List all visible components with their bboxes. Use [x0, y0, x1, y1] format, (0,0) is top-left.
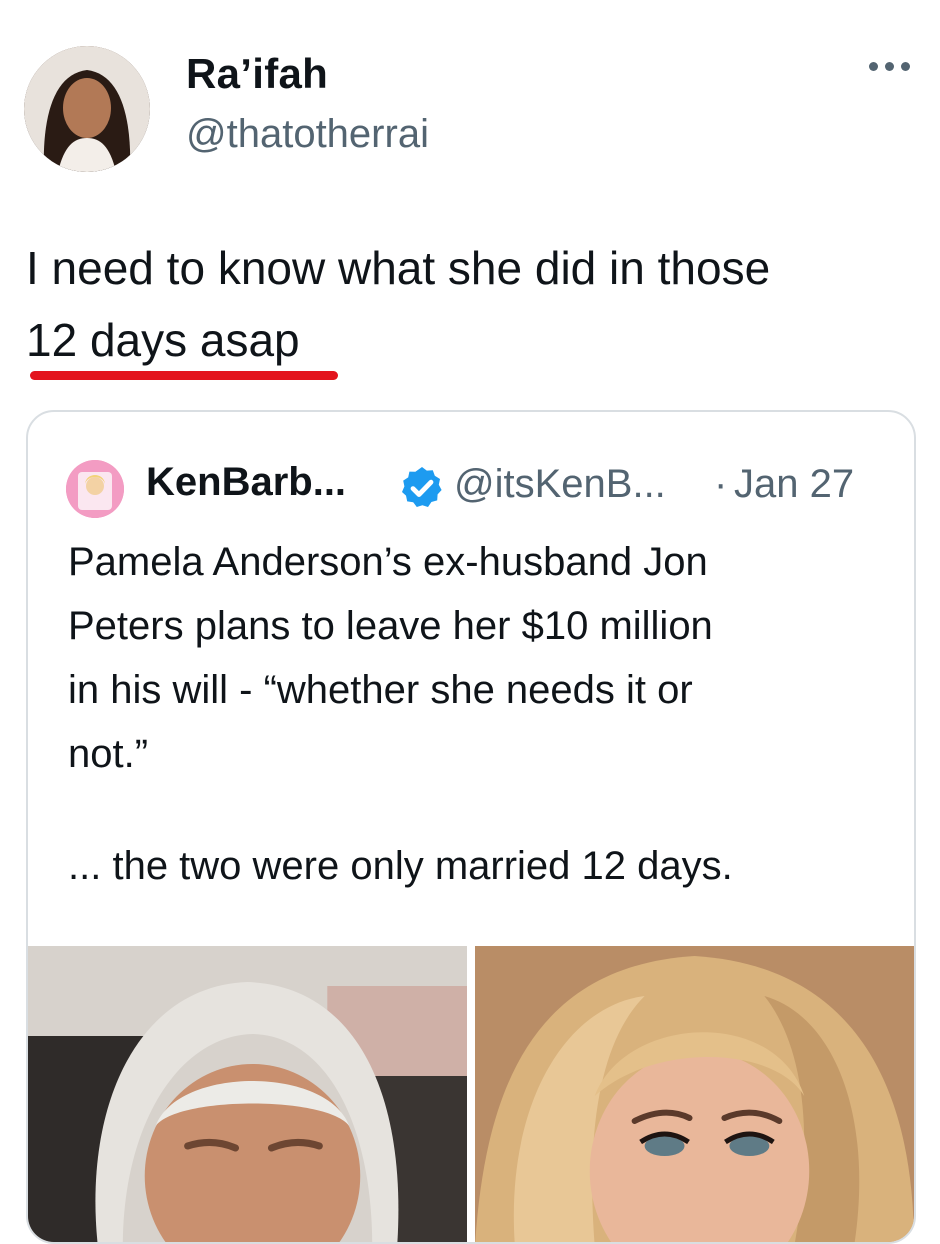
- media-photo-left[interactable]: [28, 946, 467, 1242]
- dot: [901, 62, 910, 71]
- quoted-author-avatar[interactable]: [66, 460, 124, 518]
- dot: [869, 62, 878, 71]
- more-options-icon[interactable]: [869, 62, 910, 71]
- quoted-author-handle[interactable]: @itsKenB...: [454, 462, 666, 507]
- tweet-text: I need to know what she did in those 12 …: [26, 232, 916, 376]
- author-avatar[interactable]: [24, 46, 150, 172]
- quoted-tweet-followup: ... the two were only married 12 days.: [68, 844, 733, 888]
- avatar-doll-icon: [66, 460, 124, 518]
- author-name[interactable]: Ra’ifah: [186, 50, 328, 98]
- quoted-body-line: Pamela Anderson’s ex-husband Jon: [68, 540, 708, 584]
- quoted-tweet-body: Pamela Anderson’s ex-husband Jon Peters …: [68, 530, 888, 786]
- quoted-body-line: not.”: [68, 732, 149, 776]
- photo-man-grey-hair-icon: [28, 946, 467, 1242]
- quoted-author-name[interactable]: KenBarb...: [146, 460, 346, 505]
- verified-badge-icon: [402, 467, 442, 507]
- author-handle[interactable]: @thatotherrai: [186, 112, 429, 157]
- avatar-portrait-icon: [24, 46, 150, 172]
- media-photo-right[interactable]: [475, 946, 914, 1242]
- quoted-tweet-date[interactable]: Jan 27: [734, 462, 854, 507]
- photo-woman-blonde-hair-icon: [475, 946, 914, 1242]
- quoted-tweet-card[interactable]: KenBarb... @itsKenB... · Jan 27 Pamela A…: [26, 410, 916, 1244]
- tweet-text-line: I need to know what she did in those: [26, 242, 771, 294]
- quoted-media-grid: [28, 946, 914, 1242]
- tweet-text-line: 12 days asap: [26, 314, 300, 366]
- quoted-body-line: Peters plans to leave her $10 million: [68, 604, 713, 648]
- quoted-body-line: in his will - “whether she needs it or: [68, 668, 693, 712]
- separator-dot: ·: [714, 462, 728, 506]
- dot: [885, 62, 894, 71]
- red-underline-annotation: [30, 371, 338, 380]
